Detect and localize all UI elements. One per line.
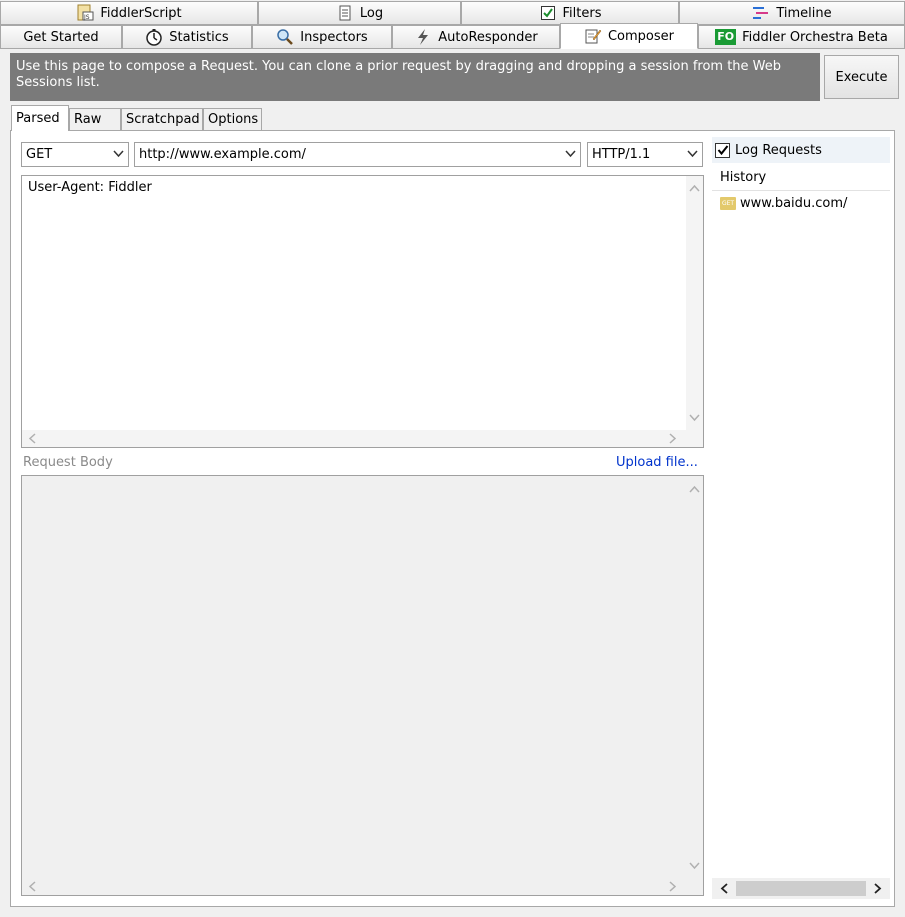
headers-horizontal-scrollbar[interactable] <box>22 430 703 447</box>
history-header: History <box>712 165 890 191</box>
history-item[interactable]: GET www.baidu.com/ <box>720 196 847 211</box>
scroll-left-icon[interactable] <box>720 883 728 898</box>
tab-label: FiddlerScript <box>100 5 182 21</box>
inspectors-icon <box>276 28 294 46</box>
stopwatch-icon <box>145 28 163 46</box>
subtab-label: Parsed <box>16 111 60 126</box>
tab-statistics[interactable]: Statistics <box>122 25 252 49</box>
scroll-up-icon[interactable] <box>689 483 700 495</box>
tab-label: Get Started <box>23 29 99 45</box>
body-vertical-scrollbar[interactable] <box>686 476 703 878</box>
log-requests-checkbox[interactable] <box>715 142 730 158</box>
headers-vertical-scrollbar[interactable] <box>686 176 703 430</box>
subtab-parsed[interactable]: Parsed <box>11 105 69 131</box>
http-version-select[interactable]: HTTP/1.1 <box>587 142 703 167</box>
scroll-up-icon[interactable] <box>689 182 700 194</box>
tab-log[interactable]: Log <box>258 1 461 25</box>
tab-divider <box>0 48 905 49</box>
fo-icon: FO <box>715 29 737 45</box>
subtab-scratchpad[interactable]: Scratchpad <box>121 108 203 130</box>
subtab-label: Options <box>208 112 259 127</box>
method-select[interactable]: GET <box>21 142 129 167</box>
tab-label: Inspectors <box>300 29 368 45</box>
request-body-label: Request Body <box>23 455 113 470</box>
request-headers-textarea[interactable]: User-Agent: Fiddler <box>21 175 704 448</box>
log-requests-label: Log Requests <box>735 142 822 158</box>
tab-get-started[interactable]: Get Started <box>0 25 122 49</box>
history-panel: Log Requests History GET www.baidu.com/ <box>712 137 890 899</box>
subtab-label: Raw <box>74 112 102 127</box>
timeline-icon <box>752 4 770 22</box>
tab-label: Statistics <box>169 29 229 45</box>
subtab-label: Scratchpad <box>126 112 200 127</box>
scroll-down-icon[interactable] <box>689 860 700 872</box>
fiddlerscript-icon: JS <box>76 4 94 22</box>
tab-fiddler-orchestra[interactable]: FO Fiddler Orchestra Beta <box>698 25 905 49</box>
upload-file-link[interactable]: Upload file... <box>616 455 698 470</box>
log-requests-row[interactable]: Log Requests <box>712 137 890 163</box>
tab-row-top: JS FiddlerScript Log Filters Timeline <box>0 1 905 25</box>
method-value: GET <box>26 147 53 162</box>
chevron-down-icon[interactable] <box>687 148 698 161</box>
execute-button[interactable]: Execute <box>824 55 899 99</box>
request-body-textarea[interactable] <box>21 475 704 896</box>
tab-label: Timeline <box>776 5 832 21</box>
tab-label: AutoResponder <box>438 29 538 45</box>
composer-instructions-banner: Use this page to compose a Request. You … <box>10 53 820 101</box>
tab-row-bottom: Get Started Statistics Inspectors AutoRe… <box>0 23 905 49</box>
history-url: www.baidu.com/ <box>740 196 848 211</box>
scroll-right-icon[interactable] <box>874 883 882 898</box>
chevron-down-icon[interactable] <box>565 148 576 161</box>
scroll-right-icon[interactable] <box>669 433 677 446</box>
url-value: http://www.example.com/ <box>139 147 306 162</box>
subtab-options[interactable]: Options <box>203 108 262 130</box>
tab-label: Composer <box>607 28 674 44</box>
tab-filters[interactable]: Filters <box>461 1 679 25</box>
execute-label: Execute <box>835 69 888 85</box>
chevron-down-icon[interactable] <box>113 148 124 161</box>
subtab-raw[interactable]: Raw <box>69 108 121 130</box>
tab-autoresponder[interactable]: AutoResponder <box>392 25 560 49</box>
filters-checkbox-icon <box>539 4 557 22</box>
svg-text:JS: JS <box>83 14 90 21</box>
scroll-left-icon[interactable] <box>28 881 36 894</box>
tab-label: Log <box>359 5 384 21</box>
banner-text: Use this page to compose a Request. You … <box>16 59 782 90</box>
url-input[interactable]: http://www.example.com/ <box>134 142 581 167</box>
headers-text: User-Agent: Fiddler <box>28 180 152 195</box>
scroll-left-icon[interactable] <box>28 433 36 446</box>
tab-timeline[interactable]: Timeline <box>679 1 905 25</box>
version-value: HTTP/1.1 <box>592 147 651 162</box>
log-icon <box>336 4 354 22</box>
history-title: History <box>720 170 767 185</box>
body-horizontal-scrollbar[interactable] <box>22 878 703 895</box>
scroll-right-icon[interactable] <box>669 881 677 894</box>
lightning-icon <box>414 28 432 46</box>
tab-composer[interactable]: Composer <box>560 23 698 49</box>
composer-icon <box>584 27 602 45</box>
scrollbar-thumb[interactable] <box>736 881 866 896</box>
tab-label: Filters <box>562 5 602 21</box>
get-method-icon: GET <box>720 197 736 210</box>
history-horizontal-scrollbar[interactable] <box>712 878 890 899</box>
tab-label: Fiddler Orchestra Beta <box>742 29 888 45</box>
scroll-down-icon[interactable] <box>689 412 700 424</box>
tab-inspectors[interactable]: Inspectors <box>252 25 392 49</box>
tab-fiddlerscript[interactable]: JS FiddlerScript <box>0 1 258 25</box>
